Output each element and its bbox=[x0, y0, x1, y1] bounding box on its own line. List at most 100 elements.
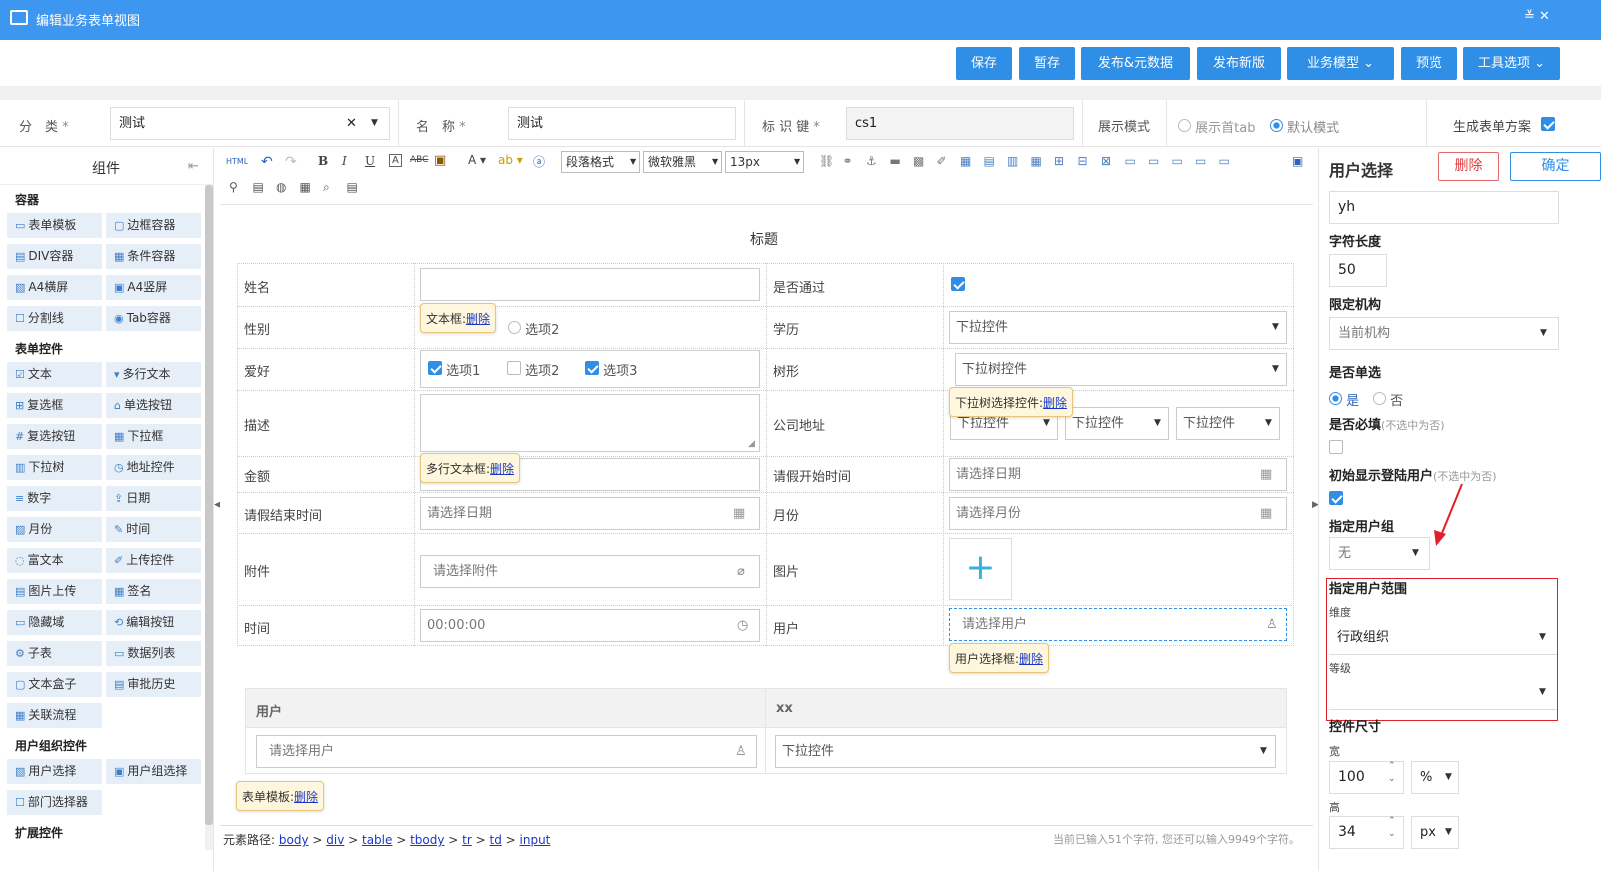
clear-icon[interactable]: ✕ bbox=[346, 108, 357, 139]
delete-col-icon[interactable]: ⊠ bbox=[1101, 154, 1111, 168]
component-item[interactable]: ☑ 文本 bbox=[7, 362, 102, 387]
category-select[interactable]: 测试 ✕ ▼ bbox=[110, 107, 390, 140]
component-item[interactable]: ▦ 签名 bbox=[106, 579, 201, 604]
mode-first-tab-option[interactable]: 展示首tab bbox=[1178, 117, 1255, 136]
component-item[interactable]: ▾ 多行文本 bbox=[106, 362, 201, 387]
window-controls[interactable]: ≚ ✕ bbox=[1524, 9, 1550, 24]
time-input[interactable]: 00:00:00 ◷ bbox=[420, 609, 760, 642]
path-item-link[interactable]: div bbox=[326, 833, 344, 847]
stepper-icon[interactable]: ⌃ ⌄ bbox=[1388, 815, 1396, 841]
tree-select[interactable]: 下拉树控件 ▼ bbox=[955, 353, 1287, 386]
paste-icon[interactable]: ▣ bbox=[434, 153, 446, 168]
component-item[interactable]: ◷ 地址控件 bbox=[106, 455, 201, 480]
leave-end-date-input[interactable]: 请选择日期 ▦ bbox=[420, 497, 760, 530]
subtable-user-input[interactable]: 请选择用户 ♙ bbox=[256, 735, 757, 768]
path-item-link[interactable]: td bbox=[490, 833, 502, 847]
user-group-select[interactable]: 无 ▼ bbox=[1329, 537, 1430, 570]
component-item[interactable]: ⊞ 复选框 bbox=[7, 393, 102, 418]
component-item[interactable]: ✐ 上传控件 bbox=[106, 548, 201, 573]
height-unit-select[interactable]: px ▼ bbox=[1411, 816, 1459, 849]
scrollbar-thumb[interactable] bbox=[205, 185, 213, 825]
split-icon[interactable]: ⊞ bbox=[1054, 154, 1064, 168]
gender-option-2[interactable]: 选项2 bbox=[508, 319, 559, 338]
component-item[interactable]: ✎ 时间 bbox=[106, 517, 201, 542]
add-image-button[interactable]: + bbox=[949, 538, 1012, 600]
width-input[interactable]: 100 ⌃ ⌄ bbox=[1329, 761, 1404, 794]
format-icon[interactable]: ⓐ bbox=[533, 153, 545, 170]
path-item-link[interactable]: table bbox=[362, 833, 392, 847]
tools-button[interactable]: 工具选项 ⌄ bbox=[1463, 47, 1560, 80]
single-yes-option[interactable]: 是 bbox=[1329, 390, 1359, 409]
preview-button[interactable]: 预览 bbox=[1401, 47, 1457, 80]
component-item[interactable]: ⚙ 子表 bbox=[7, 641, 102, 666]
hobby-option-3[interactable]: 选项3 bbox=[585, 360, 637, 379]
component-item[interactable]: ▦ 条件容器 bbox=[106, 244, 201, 269]
publish-meta-button[interactable]: 发布&元数据 bbox=[1081, 47, 1190, 80]
link-icon[interactable]: ⛓ bbox=[819, 154, 834, 168]
font-border-icon[interactable]: A bbox=[389, 154, 402, 167]
component-item[interactable]: ◌ 富文本 bbox=[7, 548, 102, 573]
template-icon[interactable]: ▤ bbox=[347, 180, 358, 194]
component-item[interactable]: ▢ 文本盒子 bbox=[7, 672, 102, 697]
generate-scheme-checkbox[interactable] bbox=[1541, 117, 1555, 135]
path-item-link[interactable]: tbody bbox=[410, 833, 444, 847]
cell-icon[interactable]: ▭ bbox=[1195, 154, 1206, 168]
component-item[interactable]: ▤ 图片上传 bbox=[7, 579, 102, 604]
bold-icon[interactable]: B bbox=[318, 154, 328, 168]
stepper-icon[interactable]: ⌃ ⌄ bbox=[1388, 760, 1396, 786]
component-item[interactable]: ▧ 用户选择 bbox=[7, 759, 102, 784]
anchor-icon[interactable]: ⚓ bbox=[866, 154, 877, 168]
width-unit-select[interactable]: % ▼ bbox=[1411, 761, 1459, 794]
fullscreen-icon[interactable]: ▣ bbox=[1292, 154, 1303, 168]
media-icon[interactable]: ▩ bbox=[913, 154, 924, 168]
business-model-button[interactable]: 业务模型 ⌄ bbox=[1287, 47, 1394, 80]
component-item[interactable]: ⟲ 编辑按钮 bbox=[106, 610, 201, 635]
delete-link[interactable]: 删除 bbox=[294, 790, 318, 804]
component-item[interactable]: ≡ 数字 bbox=[7, 486, 102, 511]
font-color-icon[interactable]: A ▾ bbox=[468, 153, 486, 167]
collapse-left-icon[interactable]: ⇤ bbox=[188, 159, 199, 174]
component-item[interactable]: ▥ 下拉树 bbox=[7, 455, 102, 480]
component-item[interactable]: ▨ 月份 bbox=[7, 517, 102, 542]
char-length-input[interactable]: 50 bbox=[1329, 254, 1387, 287]
component-item[interactable]: ▤ 审批历史 bbox=[106, 672, 201, 697]
district-select[interactable]: 下拉控件 ▼ bbox=[1176, 407, 1280, 440]
italic-icon[interactable]: I bbox=[342, 154, 347, 168]
cell-icon[interactable]: ▭ bbox=[1148, 154, 1159, 168]
component-item[interactable]: ▤ DIV容器 bbox=[7, 244, 102, 269]
component-item[interactable]: ▦ 下拉框 bbox=[106, 424, 201, 449]
special-char-icon[interactable]: ◍ bbox=[276, 180, 286, 194]
pen-icon[interactable]: ✐ bbox=[937, 154, 947, 168]
component-item[interactable]: ▧ A4横屏 bbox=[7, 275, 102, 300]
path-item-link[interactable]: tr bbox=[462, 833, 472, 847]
cell-icon[interactable]: ▭ bbox=[1219, 154, 1230, 168]
cell-icon[interactable]: ▭ bbox=[1125, 154, 1136, 168]
image-icon[interactable]: ▬ bbox=[890, 154, 901, 168]
merge-icon[interactable]: ▦ bbox=[1031, 154, 1042, 168]
mode-default-option[interactable]: 默认模式 bbox=[1270, 117, 1339, 136]
required-checkbox[interactable] bbox=[1329, 440, 1343, 458]
table-icon[interactable]: ▦ bbox=[960, 154, 971, 168]
delete-link[interactable]: 删除 bbox=[490, 462, 514, 476]
path-item-link[interactable]: input bbox=[520, 833, 551, 847]
name-text-input[interactable] bbox=[420, 268, 760, 301]
city-select[interactable]: 下拉控件 ▼ bbox=[1065, 407, 1169, 440]
property-confirm-button[interactable]: 确定 bbox=[1510, 152, 1601, 181]
leave-start-date-input[interactable]: 请选择日期 ▦ bbox=[949, 458, 1287, 491]
component-item[interactable]: ☐ 部门选择器 bbox=[7, 790, 102, 815]
height-input[interactable]: 34 ⌃ ⌄ bbox=[1329, 816, 1404, 849]
table-row-icon[interactable]: ▤ bbox=[984, 154, 995, 168]
font-family-select[interactable]: 微软雅黑 ▼ bbox=[643, 151, 722, 173]
init-login-user-checkbox[interactable] bbox=[1329, 491, 1343, 509]
single-no-option[interactable]: 否 bbox=[1373, 390, 1403, 409]
cell-icon[interactable]: ▭ bbox=[1172, 154, 1183, 168]
property-id-input[interactable]: yh bbox=[1329, 191, 1559, 224]
component-item[interactable]: ◉ Tab容器 bbox=[106, 306, 201, 331]
component-item[interactable]: # 复选按钮 bbox=[7, 424, 102, 449]
font-size-select[interactable]: 13px ▼ bbox=[725, 151, 804, 173]
education-select[interactable]: 下拉控件 ▼ bbox=[949, 311, 1287, 344]
component-item[interactable]: ⌂ 单选按钮 bbox=[106, 393, 201, 418]
hobby-option-2[interactable]: 选项2 bbox=[507, 360, 559, 379]
undo-icon[interactable]: ↶ bbox=[261, 154, 273, 170]
level-select[interactable]: ▼ bbox=[1329, 677, 1557, 710]
